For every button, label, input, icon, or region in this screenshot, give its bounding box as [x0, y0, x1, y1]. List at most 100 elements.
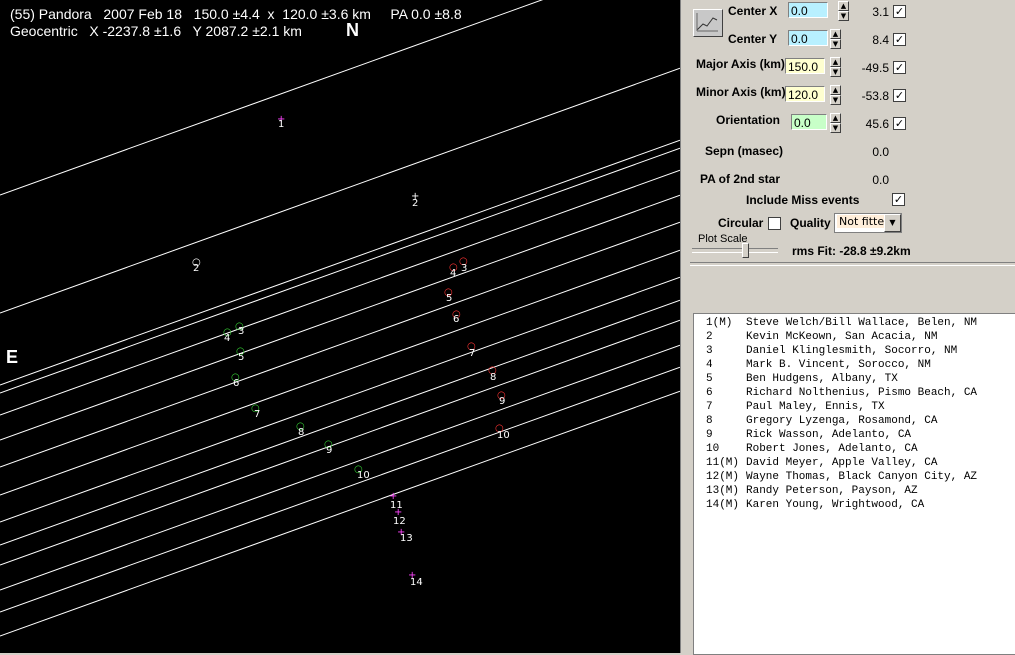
chevron-down-icon[interactable]: ▼ [884, 214, 901, 232]
observer-name: Mark B. Vincent, Sorocco, NM [746, 359, 931, 371]
chord-label: 6 [453, 314, 459, 325]
list-item[interactable]: 5 Ben Hudgens, Albany, TX [706, 373, 898, 385]
observer-name: Steve Welch/Bill Wallace, Belen, NM [746, 317, 978, 329]
list-item[interactable]: 7 Paul Maley, Ennis, TX [706, 401, 885, 413]
circular-checkbox[interactable] [768, 217, 781, 230]
slider-thumb[interactable] [742, 243, 749, 258]
include-miss-label: Include Miss events [746, 193, 860, 207]
center-y-checkbox[interactable]: ✓ [893, 33, 906, 46]
pa-2nd-star-label: PA of 2nd star [700, 172, 781, 186]
chord-label: 10 [357, 470, 370, 481]
chart-icon [696, 13, 718, 32]
include-miss-checkbox[interactable]: ✓ [892, 193, 905, 206]
list-item[interactable]: 11(M) David Meyer, Apple Valley, CA [706, 457, 937, 469]
chord-line [0, 344, 680, 591]
chord-line [0, 299, 680, 546]
chord-line [0, 169, 680, 416]
quality-select[interactable]: Not fitted ▼ [834, 213, 902, 233]
center-x-spinner[interactable]: ▲ ▼ [838, 1, 849, 21]
chord-line [0, 139, 680, 386]
chord-label: 7 [254, 409, 260, 420]
rms-fit-text: rms Fit: -28.8 ±9.2km [792, 244, 911, 258]
list-item[interactable]: 8 Gregory Lyzenga, Rosamond, CA [706, 415, 937, 427]
plot-scale-slider[interactable] [692, 243, 778, 258]
minor-axis-spinner[interactable]: ▲ ▼ [830, 85, 841, 105]
observer-name: Randy Peterson, Payson, AZ [746, 485, 918, 497]
spin-down-icon[interactable]: ▼ [830, 67, 841, 77]
chord-line [0, 221, 680, 468]
orientation-spinner[interactable]: ▲ ▼ [830, 113, 841, 133]
spin-up-icon[interactable]: ▲ [830, 57, 841, 67]
center-x-checkbox[interactable]: ✓ [893, 5, 906, 18]
spin-down-icon[interactable]: ▼ [830, 123, 841, 133]
observer-name: Richard Nolthenius, Pismo Beach, CA [746, 387, 978, 399]
slider-track [692, 248, 778, 253]
chord-label: 13 [400, 533, 413, 544]
orientation-value: 0.0 [794, 116, 811, 130]
list-item[interactable]: 4 Mark B. Vincent, Sorocco, NM [706, 359, 931, 371]
spin-up-icon[interactable]: ▲ [830, 29, 841, 39]
chord-plot-svg: +1○2+2○3○3○4○4○5○5○6○6○7○7○8○8○9○9○10○10… [0, 0, 680, 637]
spin-up-icon[interactable]: ▲ [830, 113, 841, 123]
list-item[interactable]: 14(M) Karen Young, Wrightwood, CA [706, 499, 924, 511]
minor-axis-label: Minor Axis (km) [696, 85, 786, 99]
observer-number: 12(M) [706, 471, 740, 483]
major-axis-value: 150.0 [788, 60, 819, 74]
spin-up-icon[interactable]: ▲ [830, 85, 841, 95]
chord-label: 7 [469, 348, 475, 359]
observer-name: Wayne Thomas, Black Canyon City, AZ [746, 471, 978, 483]
chart-button[interactable] [693, 9, 723, 37]
chord-line [0, 276, 680, 523]
plot-scrollbar[interactable] [680, 0, 689, 653]
chord-line [0, 390, 680, 637]
observer-list[interactable]: 1(M) Steve Welch/Bill Wallace, Belen, NM 2… [693, 313, 1015, 655]
center-x-input[interactable]: 0.0 [788, 2, 828, 18]
spin-up-icon[interactable]: ▲ [838, 1, 849, 11]
plot-header-line2: Geocentric X -2237.8 ±1.6 Y 2087.2 ±2.1 … [10, 23, 302, 39]
observer-number: 13(M) [706, 485, 740, 497]
observer-number: 8 [706, 415, 713, 427]
orientation-input[interactable]: 0.0 [791, 114, 827, 130]
observer-number: 5 [706, 373, 713, 385]
list-item[interactable]: 3 Daniel Klinglesmith, Socorro, NM [706, 345, 957, 357]
center-y-spinner[interactable]: ▲ ▼ [830, 29, 841, 49]
chord-label: 9 [326, 445, 332, 456]
quality-label: Quality [790, 216, 831, 230]
major-axis-input[interactable]: 150.0 [785, 58, 825, 74]
spin-down-icon[interactable]: ▼ [830, 95, 841, 105]
list-item[interactable]: 1(M) Steve Welch/Bill Wallace, Belen, NM [706, 317, 977, 329]
occultation-plot[interactable]: +1 ○ 2 +2 ○ 3 ○ 3 ○ 4 ○ 4 ○ 5 ○ 5 ○ 6 ○ 6 ○ 7 ○ 7 ○ 8 ○ 8 ○ 9 ○ 9 ○ 10 ○ 10… [0, 0, 680, 653]
list-item[interactable]: 9 Rick Wasson, Adelanto, CA [706, 429, 911, 441]
major-axis-spinner[interactable]: ▲ ▼ [830, 57, 841, 77]
observer-number: 2 [706, 331, 713, 343]
sepn-label: Sepn (masec) [705, 144, 784, 158]
observer-name: Paul Maley, Ennis, TX [746, 401, 885, 413]
major-axis-checkbox[interactable]: ✓ [893, 61, 906, 74]
list-item[interactable]: 12(M) Wayne Thomas, Black Canyon City, AZ [706, 471, 977, 483]
minor-axis-input[interactable]: 120.0 [785, 86, 825, 102]
observer-name: Robert Jones, Adelanto, CA [746, 443, 918, 455]
center-y-input[interactable]: 0.0 [788, 30, 828, 46]
chord-label: 5 [446, 293, 452, 304]
chord-line [0, 249, 680, 496]
chord-label: 8 [490, 372, 496, 383]
chord-label: 3 [238, 326, 244, 337]
observer-number: 10 [706, 443, 720, 455]
list-item[interactable]: 2 Kevin McKeown, San Acacia, NM [706, 331, 937, 343]
spin-down-icon[interactable]: ▼ [838, 11, 849, 21]
list-item[interactable]: 10 Robert Jones, Adelanto, CA [706, 443, 918, 455]
list-item[interactable]: 13(M) Randy Peterson, Payson, AZ [706, 485, 918, 497]
observer-number: 9 [706, 429, 713, 441]
orientation-checkbox[interactable]: ✓ [893, 117, 906, 130]
observer-name: Ben Hudgens, Albany, TX [746, 373, 898, 385]
major-axis-fit: -49.5 [861, 61, 889, 75]
minor-axis-checkbox[interactable]: ✓ [893, 89, 906, 102]
east-label: E [6, 347, 19, 367]
chord-line [0, 319, 680, 566]
chord-label: 9 [499, 396, 505, 407]
chord-label: 2 [412, 198, 418, 209]
spin-down-icon[interactable]: ▼ [830, 39, 841, 49]
observer-name: Gregory Lyzenga, Rosamond, CA [746, 415, 938, 427]
chord-label: 8 [298, 427, 304, 438]
list-item[interactable]: 6 Richard Nolthenius, Pismo Beach, CA [706, 387, 977, 399]
